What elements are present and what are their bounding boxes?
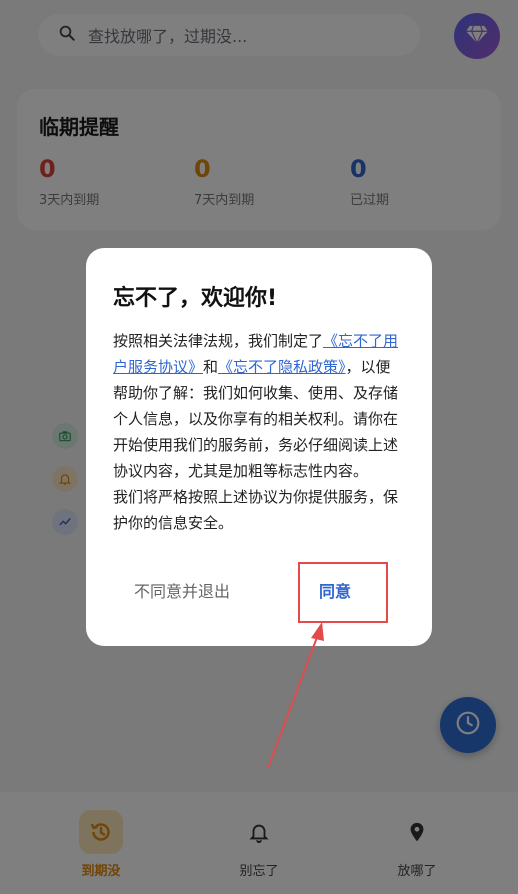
- body-text: 按照相关法律法规，我们制定了: [113, 332, 324, 350]
- body-text: 和: [203, 358, 219, 376]
- body-text: ，以便帮助你了解：我们如何收集、使用、及存储个人信息，以及你享有的相关权利。请你…: [113, 358, 399, 480]
- privacy-policy-link[interactable]: 《忘不了隐私政策》: [218, 358, 346, 376]
- dialog-title: 忘不了，欢迎你!: [113, 286, 278, 311]
- annotation-highlight-box: [298, 562, 388, 623]
- body-text: 我们将严格按照上述协议为你提供服务，保护你的信息安全。: [113, 488, 399, 532]
- dialog-body: 按照相关法律法规，我们制定了《忘不了用户服务协议》和《忘不了隐私政策》，以便帮助…: [113, 328, 405, 536]
- decline-exit-button[interactable]: 不同意并退出: [134, 578, 230, 602]
